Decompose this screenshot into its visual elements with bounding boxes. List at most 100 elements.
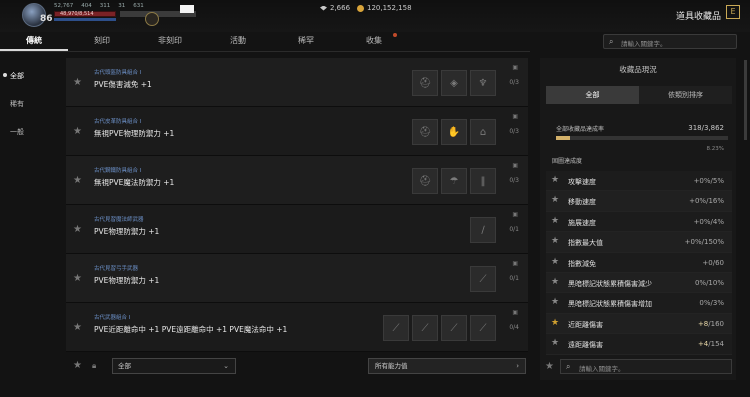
stat-value-max: /154 [708,340,724,349]
favorite-stats-star-icon[interactable]: ★ [545,361,554,372]
search-icon: ⌕ [609,37,614,46]
ability-filter-label: 所有能力值 [375,362,408,370]
star-icon[interactable]: ★ [551,195,559,205]
gloves-icon[interactable]: ✋ [441,119,467,145]
gem-amount: 2,666 [330,4,351,12]
star-icon[interactable]: ★ [551,216,559,226]
star-icon[interactable]: ★ [73,77,82,88]
stat-search-input[interactable]: ⌕ 請輸入關鍵字。 [560,359,732,374]
stat-value: 0%/10% [694,278,724,287]
tab-engraving[interactable]: 刻印 [68,32,136,51]
stat-row[interactable]: ★ 黑暗標記狀態累積傷害增加 0%/3% [546,293,732,314]
list-item[interactable]: ★ 古代皮革防具組合 I 無視PVE物理防禦力 +1 ⛑ ✋ ⌂ ▣ 0/3 [66,107,528,156]
lock-filter-icon[interactable]: 🔒︎ [92,361,96,371]
bow-icon[interactable]: ⟋ [470,266,496,292]
stat-name: 近距離傷害 [568,320,603,329]
scrollbar[interactable] [744,60,747,140]
gem-icon [320,5,327,11]
favorite-filter-star-icon[interactable]: ★ [73,360,82,371]
item-category: 古代見習弓手武器 [94,266,139,272]
item-effect: PVE近距離命中 +1 PVE遠距離命中 +1 PVE魔法命中 +1 [94,325,288,334]
greaves-icon[interactable]: ‖ [470,168,496,194]
star-icon[interactable]: ★ [73,322,82,333]
list-item[interactable]: ★ 古代武器組合 I PVE近距離命中 +1 PVE遠距離命中 +1 PVE魔法… [66,303,528,352]
stat-row[interactable]: ★ 遠距離傷害 +4/154 [546,334,732,355]
stat-name: 施展速度 [568,218,596,227]
boots-icon[interactable]: ⌂ [470,119,496,145]
star-icon[interactable]: ★ [551,277,559,287]
star-icon[interactable]: ★ [73,224,82,235]
stat-row[interactable]: ★ 移動速度 +0%/16% [546,191,732,212]
lock-icon: ▣ [512,309,518,316]
item-slots: ∕ [470,217,496,243]
top-hud: 86 52,767 404 311 31 631 48,970/8,514 2,… [0,0,750,32]
filter-rare[interactable]: 稀有 [0,90,56,118]
section-label: 固圖達成度 [552,158,583,165]
gold-amount: 120,152,158 [367,4,412,12]
star-icon[interactable]: ★ [551,338,559,348]
wand-icon[interactable]: ⟋ [470,315,496,341]
bow-icon[interactable]: ⟋ [441,315,467,341]
search-icon: ⌕ [566,362,571,371]
stat-row[interactable]: ★ 指數減免 +0/60 [546,252,732,273]
chevron-right-icon: › [516,362,519,370]
lock-icon: ▣ [512,260,518,267]
stat-value: +0%/16% [689,197,724,206]
tab-non-engraving[interactable]: 非刻印 [136,32,204,51]
stat-row[interactable]: ★ 指數最大值 +0%/150% [546,232,732,253]
list-item[interactable]: ★ 古代鋼鐵防具組合 I 無視PVE魔法防禦力 +1 ⛑ ☂ ‖ ▣ 0/3 [66,156,528,205]
stat-row[interactable]: ★ 近距離傷害 +8/160 [546,313,732,335]
star-icon[interactable]: ★ [551,257,559,267]
item-category: 古代鋼鐵防具組合 I [94,168,142,174]
ability-filter-button[interactable]: 所有能力值 › [368,358,526,374]
list-item[interactable]: ★ 古代頭盔防具組合 I PVE傷害減免 +1 ⛑ ◈ ♆ ▣ 0/3 [66,58,528,107]
list-item[interactable]: ★ 古代見習魔法師武器 PVE物理防禦力 +1 ∕ ▣ 0/1 [66,205,528,254]
star-icon[interactable]: ★ [551,175,559,185]
collection-book-icon[interactable]: E [726,5,740,19]
hud-stat: 52,767 [54,3,74,9]
filter-all[interactable]: 全部 [0,62,56,90]
tab-rare[interactable]: 稀罕 [272,32,340,51]
list-item[interactable]: ★ 古代見習弓手武器 PVE物理防禦力 +1 ⟋ ▣ 0/1 [66,254,528,303]
status-title: 收藏品現況 [619,65,657,74]
search-placeholder: 請輸入關鍵字。 [579,365,625,373]
stat-row[interactable]: ★ 黑暗標記狀態累積傷害減少 0%/10% [546,272,732,294]
armor-icon[interactable]: ♆ [470,70,496,96]
shoulder-armor-icon[interactable]: ☂ [441,168,467,194]
helmet-icon[interactable]: ⛑ [412,70,438,96]
stat-name: 指數最大值 [568,239,603,248]
sword-icon[interactable]: ⟋ [383,315,409,341]
stat-row[interactable]: ★ 施展速度 +0%/4% [546,211,732,233]
grade-filter: 全部 稀有 一般 [0,62,56,146]
tab-all[interactable]: 全部 [546,86,639,104]
hud-stat: 631 [133,3,144,9]
star-icon[interactable]: ★ [73,126,82,137]
item-effect: 無視PVE物理防禦力 +1 [94,129,175,138]
item-effect: 無視PVE魔法防禦力 +1 [94,178,175,187]
stat-list: ★ 攻擊速度 +0%/5% ★ 移動速度 +0%/16% ★ 施展速度 +0%/4% ★ 指數… [546,171,732,355]
star-icon[interactable]: ★ [551,236,559,246]
chest-armor-icon[interactable]: ◈ [441,70,467,96]
star-icon[interactable]: ★ [73,273,82,284]
tab-sort-by-category[interactable]: 依類別排序 [639,86,732,104]
item-slots: ⟋ [470,266,496,292]
grade-dropdown[interactable]: 全部 ⌄ [112,358,236,374]
helmet-icon[interactable]: ⛑ [412,119,438,145]
guild-crest-icon[interactable] [145,12,159,26]
filter-common[interactable]: 一般 [0,118,56,146]
category-tabs: 傳統 刻印 非刻印 活動 稀罕 收集 [0,32,530,52]
star-icon[interactable]: ★ [73,175,82,186]
dagger-icon[interactable]: ⟋ [412,315,438,341]
search-input[interactable]: ⌕ 請輸入關鍵字。 [603,34,737,49]
item-category: 古代皮革防具組合 I [94,119,142,125]
tab-event[interactable]: 活動 [204,32,272,51]
item-category: 古代見習魔法師武器 [94,217,144,223]
stat-value: +0%/150% [684,238,724,247]
tab-traditional[interactable]: 傳統 [0,32,68,51]
tab-collect[interactable]: 收集 [340,32,408,51]
stat-row[interactable]: ★ 攻擊速度 +0%/5% [546,171,732,192]
helmet-icon[interactable]: ⛑ [412,168,438,194]
staff-icon[interactable]: ∕ [470,217,496,243]
star-icon[interactable]: ★ [551,297,559,307]
star-icon[interactable]: ★ [551,318,559,328]
